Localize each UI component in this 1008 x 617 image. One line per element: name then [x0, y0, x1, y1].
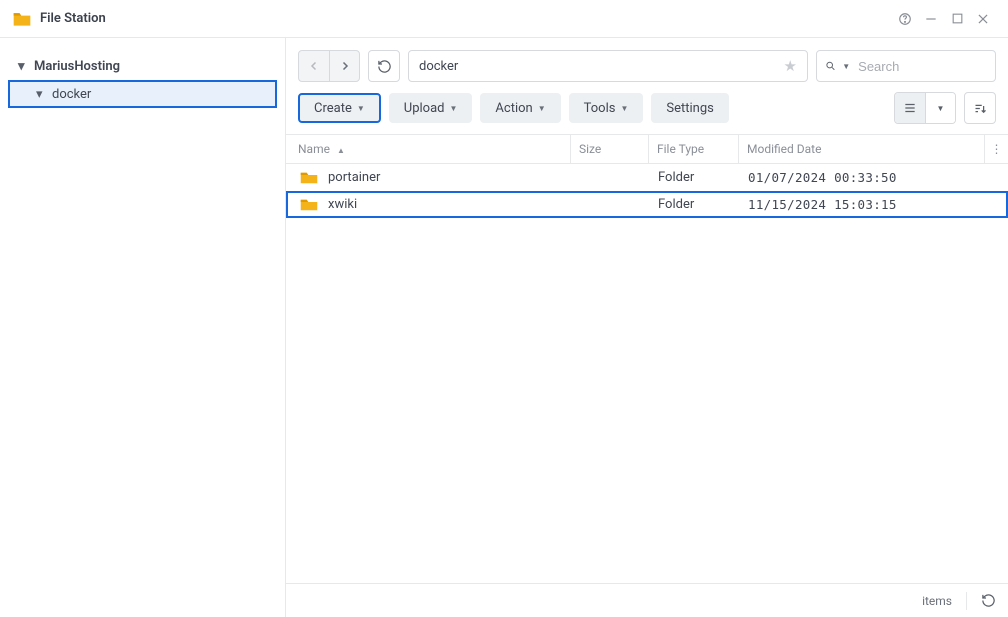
upload-button[interactable]: Upload ▼ [389, 93, 473, 123]
chevron-down-icon: ▼ [450, 104, 458, 113]
table-header: Name ▲ Size File Type Modified Date ⋮ [286, 134, 1008, 164]
folder-icon [300, 171, 318, 185]
search-box[interactable]: ▼ [816, 50, 996, 82]
file-date: 01/07/2024 00:33:50 [740, 170, 1006, 185]
table-row[interactable]: portainer Folder 01/07/2024 00:33:50 [286, 164, 1008, 191]
tree-item-label: docker [52, 87, 91, 102]
sort-asc-icon: ▲ [337, 146, 345, 155]
status-refresh-button[interactable] [981, 593, 996, 608]
list-view-button[interactable] [895, 93, 925, 123]
path-text: docker [419, 59, 458, 74]
sidebar: ▾ MariusHosting ▾ docker [0, 38, 286, 617]
table-row[interactable]: xwiki Folder 11/15/2024 15:03:15 [286, 191, 1008, 218]
column-size[interactable]: Size [570, 135, 648, 163]
column-menu-button[interactable]: ⋮ [984, 135, 1008, 163]
column-type[interactable]: File Type [648, 135, 738, 163]
chevron-down-icon: ▾ [18, 59, 30, 74]
chevron-down-icon: ▾ [36, 87, 48, 102]
settings-button[interactable]: Settings [651, 93, 728, 123]
create-button[interactable]: Create ▼ [298, 93, 381, 123]
file-date: 11/15/2024 15:03:15 [740, 197, 1006, 212]
column-name[interactable]: Name ▲ [298, 142, 570, 156]
status-bar: items [286, 583, 1008, 617]
folder-icon [300, 198, 318, 212]
file-type: Folder [650, 197, 740, 212]
content-pane: docker ★ ▼ Create ▼ Upload ▼ Action ▼ [286, 38, 1008, 617]
view-dropdown-button[interactable]: ▼ [925, 93, 955, 123]
status-items: items [922, 594, 952, 608]
tree-root-label: MariusHosting [34, 59, 120, 74]
create-label: Create [314, 101, 352, 116]
column-date[interactable]: Modified Date [738, 135, 984, 163]
tools-button[interactable]: Tools ▼ [569, 93, 644, 123]
action-button[interactable]: Action ▼ [480, 93, 560, 123]
action-toolbar: Create ▼ Upload ▼ Action ▼ Tools ▼ Setti… [286, 82, 1008, 134]
back-button[interactable] [299, 51, 329, 81]
titlebar: File Station [0, 0, 1008, 38]
help-icon[interactable] [892, 6, 918, 32]
action-label: Action [495, 101, 532, 116]
minimize-icon[interactable] [918, 6, 944, 32]
app-title: File Station [40, 11, 106, 26]
refresh-button[interactable] [368, 50, 400, 82]
nav-group [298, 50, 360, 82]
table-body: portainer Folder 01/07/2024 00:33:50 xwi… [286, 164, 1008, 583]
path-input[interactable]: docker ★ [408, 50, 808, 82]
app-folder-icon [12, 9, 32, 29]
file-type: Folder [650, 170, 740, 185]
sort-button[interactable] [964, 92, 996, 124]
address-bar: docker ★ ▼ [286, 38, 1008, 82]
chevron-down-icon: ▼ [842, 62, 850, 71]
tree-root[interactable]: ▾ MariusHosting [0, 52, 285, 80]
maximize-icon[interactable] [944, 6, 970, 32]
close-icon[interactable] [970, 6, 996, 32]
search-icon [825, 59, 836, 73]
tools-label: Tools [584, 101, 616, 116]
forward-button[interactable] [329, 51, 359, 81]
chevron-down-icon: ▼ [538, 104, 546, 113]
tree-item-docker[interactable]: ▾ docker [8, 80, 277, 108]
divider [966, 592, 967, 610]
file-name: xwiki [328, 197, 357, 212]
chevron-down-icon: ▼ [357, 104, 365, 113]
search-input[interactable] [856, 58, 987, 75]
settings-label: Settings [666, 101, 713, 116]
chevron-down-icon: ▼ [620, 104, 628, 113]
view-mode-group: ▼ [894, 92, 956, 124]
upload-label: Upload [404, 101, 445, 116]
favorite-icon[interactable]: ★ [784, 57, 797, 75]
file-name: portainer [328, 170, 380, 185]
